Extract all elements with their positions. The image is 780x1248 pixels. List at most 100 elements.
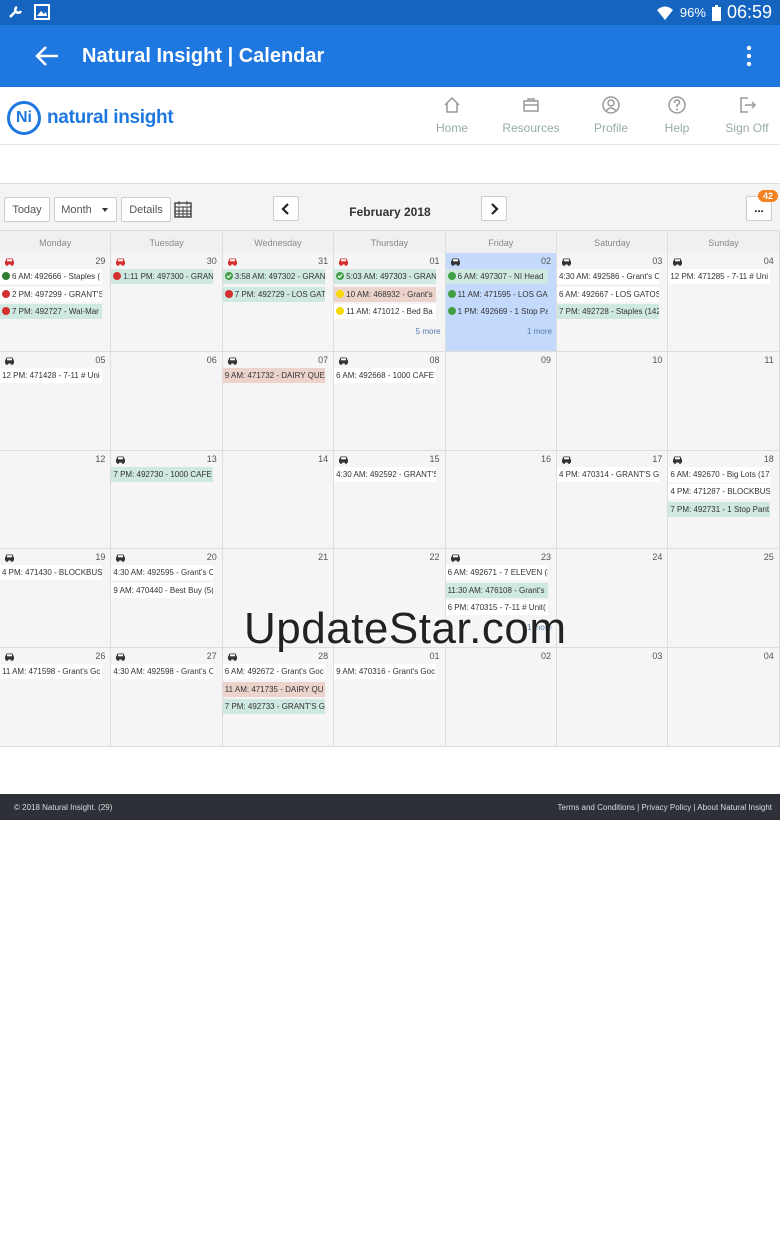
calendar-event[interactable]: 3:58 AM: 497302 - GRAN	[222, 269, 325, 284]
day-cell[interactable]: 12	[0, 450, 112, 550]
calendar-event[interactable]: 7 PM: 492727 - Wal-Mar	[0, 304, 102, 319]
more-events-link[interactable]: 1 more	[527, 327, 552, 336]
footer-links[interactable]: Terms and Conditions | Privacy Policy | …	[558, 803, 772, 812]
day-cell[interactable]: 25	[668, 549, 780, 649]
day-cell[interactable]: 26 11 AM: 471598 - Grant's Gc	[0, 648, 112, 747]
day-cell[interactable]: 30 1:11 PM: 497300 - GRAN	[111, 253, 223, 352]
next-month-button[interactable]	[481, 196, 507, 221]
view-select[interactable]: Month	[54, 197, 117, 222]
day-cell[interactable]: 28 6 AM: 492672 - Grant's Goc 11 AM: 47173…	[222, 648, 335, 747]
day-cell[interactable]: 20 4:30 AM: 492595 - Grant's C 9 AM: 47044…	[111, 549, 223, 649]
calendar-event[interactable]: 4:30 AM: 492595 - Grant's C	[111, 565, 214, 581]
day-cell[interactable]: 01 5:03 AM: 497303 - GRAN 10 AM: 468932 - …	[334, 253, 446, 352]
more-events-link[interactable]: 5 more	[416, 327, 441, 336]
calendar-event[interactable]: 4:30 AM: 492592 - GRANT'S	[334, 466, 437, 482]
calendar-event[interactable]: 4:30 AM: 492586 - Grant's C	[556, 269, 659, 284]
calendar-event[interactable]: 4:30 AM: 492598 - Grant's C	[111, 664, 214, 680]
day-cell[interactable]: 01 9 AM: 470316 - Grant's Goc	[334, 648, 446, 747]
calendar-event[interactable]: 11 AM: 471735 - DAIRY QU	[222, 681, 325, 697]
nav-profile[interactable]: Profile	[576, 95, 646, 135]
day-cell[interactable]: 31 3:58 AM: 497302 - GRAN 7 PM: 492729 - L…	[222, 253, 335, 352]
day-cell[interactable]: 03	[556, 648, 669, 747]
calendar-event[interactable]: 10 AM: 468932 - Grant's	[334, 286, 437, 302]
watermark: UpdateStar.com	[244, 604, 567, 653]
day-cell[interactable]: 19 4 PM: 471430 - BLOCKBUST	[0, 549, 112, 649]
day-cell[interactable]: 04 12 PM: 471285 - 7-11 # Uni	[668, 253, 780, 352]
day-cell[interactable]: 06	[111, 351, 223, 451]
nav-help[interactable]: Help	[642, 95, 712, 135]
day-cell[interactable]: 03 4:30 AM: 492586 - Grant's C 6 AM: 49266…	[556, 253, 669, 352]
day-cell[interactable]: 10	[556, 351, 669, 451]
calendar-week: 26 11 AM: 471598 - Grant's Gc 27 4:30 AM: 4…	[0, 648, 780, 747]
day-cell[interactable]: 24	[556, 549, 669, 649]
overflow-menu-icon[interactable]	[746, 45, 752, 67]
briefcase-icon	[523, 98, 539, 112]
calendar-event[interactable]: 6 AM: 492668 - 1000 CAFE -	[334, 367, 437, 383]
calendar-event[interactable]: 1 PM: 492669 - 1 Stop Pa	[446, 304, 548, 319]
calendar-event[interactable]: 6 AM: 492672 - Grant's Goc	[222, 664, 325, 680]
day-cell[interactable]: 11	[668, 351, 780, 451]
day-cell[interactable]: 07 9 AM: 471732 - DAIRY QUE	[222, 351, 335, 451]
day-number: 04	[763, 651, 774, 662]
day-cell[interactable]: 04	[668, 648, 780, 747]
calendar-event[interactable]: 11 AM: 471598 - Grant's Gc	[0, 664, 102, 680]
nav-resources[interactable]: Resources	[496, 95, 566, 135]
nav-sign-off[interactable]: Sign Off	[712, 95, 780, 135]
calendar-event[interactable]: 4 PM: 471430 - BLOCKBUST	[0, 565, 102, 581]
day-cell[interactable]: 17 4 PM: 470314 - GRANT'S GC	[556, 450, 669, 550]
caret-down-icon	[101, 207, 108, 212]
calendar-event[interactable]: 5:03 AM: 497303 - GRAN	[334, 269, 437, 284]
calendar-event[interactable]: 4 PM: 471287 - BLOCKBUST	[668, 484, 771, 500]
nav-resources-label: Resources	[502, 121, 560, 135]
day-cell[interactable]: 02	[445, 648, 557, 747]
event-label: 5:03 AM: 497303 - GRAN	[346, 272, 437, 281]
calendar-event[interactable]: 4 PM: 470314 - GRANT'S GC	[556, 466, 659, 482]
event-label: 11 AM: 471598 - Grant's Gc	[2, 667, 101, 677]
calendar-event[interactable]: 7 PM: 492728 - Staples (142	[556, 304, 659, 319]
back-arrow-icon[interactable]	[34, 43, 60, 69]
calendar-event[interactable]: 1:11 PM: 497300 - GRAN	[111, 269, 214, 284]
day-cell[interactable]: 05 12 PM: 471428 - 7-11 # Uni	[0, 351, 112, 451]
calendar-event[interactable]: 6 AM: 497307 - NI Head	[445, 269, 548, 284]
calendar-event[interactable]: 7 PM: 492731 - 1 Stop Pant	[668, 501, 771, 517]
calendar-event[interactable]: 12 PM: 471285 - 7-11 # Uni	[668, 269, 771, 284]
details-button[interactable]: Details	[121, 197, 171, 222]
day-cell[interactable]: 08 6 AM: 492668 - 1000 CAFE -	[334, 351, 446, 451]
calendar-icon[interactable]	[174, 200, 192, 218]
prev-month-button[interactable]	[273, 196, 299, 221]
calendar-event[interactable]: 9 AM: 470440 - Best Buy (5(	[111, 582, 214, 598]
calendar-event[interactable]: 11:30 AM: 476108 - Grant's	[445, 582, 548, 598]
day-cell[interactable]: 18 6 AM: 492670 - Big Lots (17 4 PM: 47128…	[668, 450, 780, 550]
day-cell[interactable]: 27 4:30 AM: 492598 - Grant's C	[111, 648, 223, 747]
day-number: 01	[429, 256, 440, 266]
calendar-event[interactable]: 12 PM: 471428 - 7-11 # Uni	[0, 367, 102, 383]
event-label: 4:30 AM: 492586 - Grant's C	[558, 272, 659, 281]
calendar-event[interactable]: 6 AM: 492666 - Staples (	[0, 269, 102, 284]
calendar-event[interactable]: 9 AM: 471732 - DAIRY QUE	[222, 367, 325, 383]
calendar-event[interactable]: 6 AM: 492670 - Big Lots (17	[668, 466, 771, 482]
calendar-event[interactable]: 7 PM: 492729 - LOS GAT	[222, 286, 325, 302]
day-cell[interactable]: 29 6 AM: 492666 - Staples (2 PM: 497299 -…	[0, 253, 112, 352]
calendar-toolbar: Today Month Details February 2018 ...	[0, 184, 780, 230]
battery-percent: 96%	[679, 5, 706, 20]
nav-home[interactable]: Home	[417, 95, 487, 135]
day-cell[interactable]: 02 6 AM: 497307 - NI Head 11 AM: 471595 - …	[445, 253, 557, 352]
natural-insight-logo[interactable]: Ni natural insight	[7, 101, 174, 135]
calendar-event[interactable]: 7 PM: 492733 - GRANT'S GC	[222, 699, 325, 715]
day-cell[interactable]: 14	[222, 450, 335, 550]
day-cell[interactable]: 09	[445, 351, 557, 451]
day-cell[interactable]: 13 7 PM: 492730 - 1000 CAFE (	[111, 450, 223, 550]
calendar-event[interactable]: 6 AM: 492671 - 7 ELEVEN (3	[445, 565, 548, 581]
calendar-event[interactable]: 11 AM: 471012 - Bed Ba	[334, 304, 437, 319]
day-cell[interactable]: 15 4:30 AM: 492592 - GRANT'S	[334, 450, 446, 550]
calendar-event[interactable]: 6 AM: 492667 - LOS GATOS	[556, 286, 659, 302]
today-button[interactable]: Today	[4, 197, 50, 222]
day-cell[interactable]: 16	[445, 450, 557, 550]
calendar-event[interactable]: 9 AM: 470316 - Grant's Goc	[334, 664, 437, 680]
calendar-event[interactable]: 2 PM: 497299 - GRANT'S	[0, 286, 102, 302]
filter-bar[interactable]	[0, 146, 780, 184]
calendar-event[interactable]: 7 PM: 492730 - 1000 CAFE (	[111, 466, 214, 482]
car-icon	[5, 653, 14, 661]
calendar-event[interactable]: 11 AM: 471595 - LOS GA	[446, 287, 548, 302]
month-calendar: Monday Tuesday Wednesday Thursday Friday Satu…	[0, 230, 780, 747]
